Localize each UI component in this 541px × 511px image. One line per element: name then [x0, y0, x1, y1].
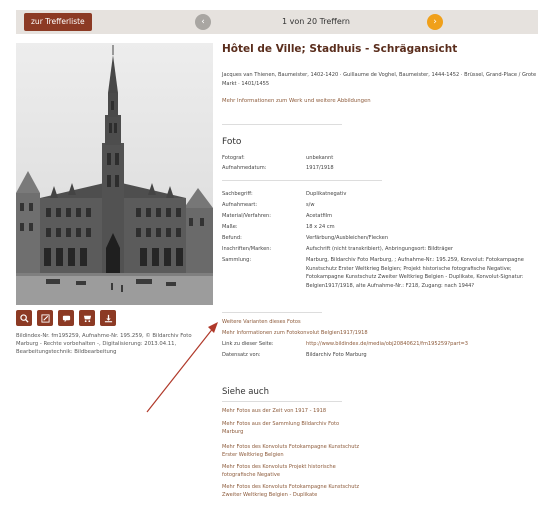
annotation-arrow	[146, 322, 218, 413]
